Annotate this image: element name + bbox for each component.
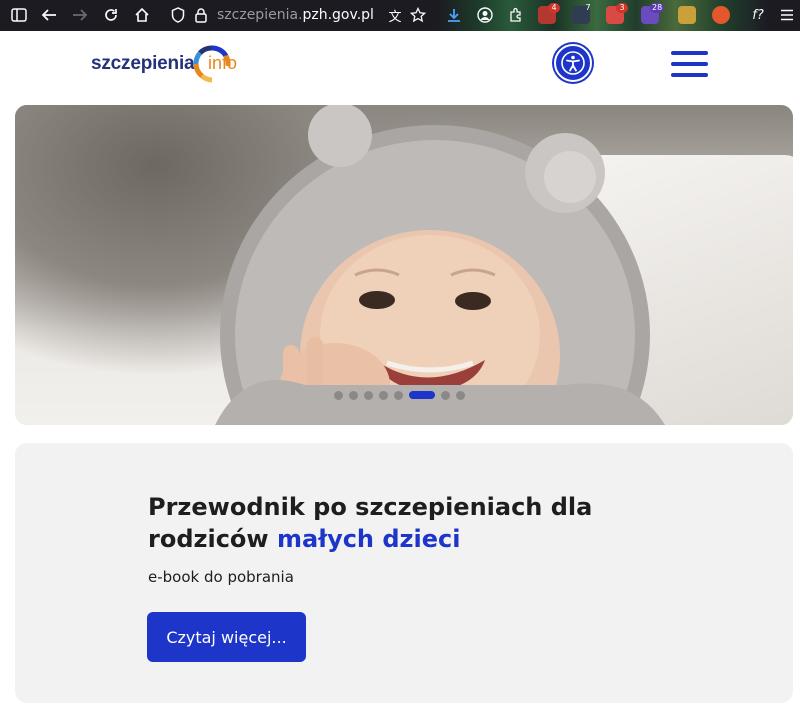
extensions-puzzle-icon[interactable] — [506, 5, 526, 25]
carousel-indicators — [334, 390, 465, 400]
hamburger-menu-button[interactable] — [671, 51, 708, 77]
carousel-dot-active[interactable] — [409, 391, 435, 399]
logo-text: szczepienia — [91, 53, 195, 74]
shield-icon[interactable] — [168, 5, 188, 25]
carousel-dot[interactable] — [334, 390, 343, 400]
hero-carousel[interactable] — [15, 105, 793, 425]
url-prefix: szczepienia. — [217, 7, 303, 23]
address-bar[interactable]: szczepienia.pzh.gov.pl — [217, 7, 374, 23]
app-menu-icon[interactable] — [777, 5, 797, 25]
logo-subtext: info — [208, 53, 238, 73]
read-more-button[interactable]: Czytaj więcej... — [147, 612, 306, 662]
carousel-dot[interactable] — [394, 390, 403, 400]
extension-icon[interactable] — [678, 6, 696, 24]
browser-toolbar: szczepienia.pzh.gov.pl 文 4 7 3 28 f? — [0, 0, 800, 31]
extension-badge: 4 — [548, 3, 560, 13]
site-header: szczepienia info — [0, 31, 800, 103]
card-title-accent: małych dzieci — [276, 525, 461, 553]
accessibility-icon — [561, 51, 585, 75]
url-domain: pzh.gov.pl — [302, 7, 374, 23]
card-subtitle: e-book do pobrania — [148, 568, 294, 586]
reload-icon[interactable] — [101, 5, 121, 25]
bookmark-star-icon[interactable] — [408, 5, 428, 25]
carousel-dot[interactable] — [441, 390, 450, 400]
translate-icon[interactable]: 文 — [385, 5, 405, 25]
card-title: Przewodnik po szczepieniach dla rodziców… — [148, 491, 628, 555]
account-icon[interactable] — [475, 5, 495, 25]
extension-formula-icon[interactable]: f? — [746, 5, 770, 25]
back-icon[interactable] — [39, 5, 59, 25]
carousel-dot[interactable] — [379, 390, 388, 400]
lock-icon[interactable] — [191, 5, 211, 25]
carousel-dot[interactable] — [349, 390, 358, 400]
extension-badge: 28 — [650, 3, 665, 13]
forward-icon[interactable] — [70, 5, 90, 25]
home-icon[interactable] — [132, 5, 152, 25]
extension-icon[interactable] — [712, 6, 730, 24]
extension-glyph: f? — [752, 7, 764, 23]
accessibility-button[interactable] — [554, 44, 592, 82]
baby-photo-illustration — [215, 105, 665, 425]
carousel-dot[interactable] — [456, 390, 465, 400]
extension-badge: 7 — [585, 3, 591, 12]
download-icon[interactable] — [444, 5, 464, 25]
carousel-dot[interactable] — [364, 390, 373, 400]
sidebar-toggle-icon[interactable] — [9, 5, 29, 25]
ebook-promo-card: Przewodnik po szczepieniach dla rodziców… — [15, 443, 793, 703]
extension-badge: 3 — [616, 3, 628, 13]
